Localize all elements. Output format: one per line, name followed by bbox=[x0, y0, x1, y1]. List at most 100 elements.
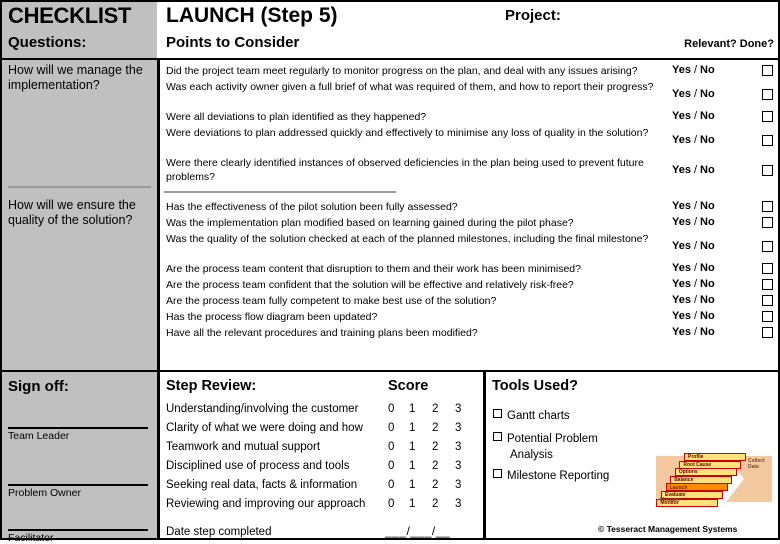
no-label[interactable]: No bbox=[700, 262, 715, 274]
done-checkbox[interactable] bbox=[762, 295, 773, 306]
no-label[interactable]: No bbox=[700, 216, 715, 228]
score-option[interactable]: 3 bbox=[455, 422, 461, 434]
tesseract-process-logo: Profile Root Cause Options Balance Launch Eva… bbox=[654, 448, 774, 510]
score-option[interactable]: 0 bbox=[388, 403, 394, 415]
yes-no-option[interactable]: Yes / No bbox=[672, 134, 715, 146]
done-checkbox[interactable] bbox=[762, 201, 773, 212]
done-checkbox[interactable] bbox=[762, 135, 773, 146]
no-label[interactable]: No bbox=[700, 310, 715, 322]
yes-label[interactable]: Yes bbox=[672, 310, 691, 322]
yes-label[interactable]: Yes bbox=[672, 326, 691, 338]
tool-checkbox-row[interactable]: Gantt charts bbox=[493, 409, 570, 422]
score-option[interactable]: 1 bbox=[409, 403, 415, 415]
done-checkbox[interactable] bbox=[762, 111, 773, 122]
step-review-title: Step Review: bbox=[166, 378, 257, 394]
no-label[interactable]: No bbox=[700, 64, 715, 76]
yes-no-option[interactable]: Yes / No bbox=[672, 240, 715, 252]
score-option[interactable]: 1 bbox=[409, 441, 415, 453]
score-option[interactable]: 3 bbox=[455, 441, 461, 453]
score-option[interactable]: 2 bbox=[432, 422, 438, 434]
yes-no-option[interactable]: Yes / No bbox=[672, 216, 715, 228]
score-option[interactable]: 3 bbox=[455, 460, 461, 472]
score-option[interactable]: 0 bbox=[388, 441, 394, 453]
score-option[interactable]: 2 bbox=[432, 441, 438, 453]
yes-label[interactable]: Yes bbox=[672, 110, 691, 122]
yes-no-option[interactable]: Yes / No bbox=[672, 88, 715, 100]
done-checkbox[interactable] bbox=[762, 65, 773, 76]
no-label[interactable]: No bbox=[700, 278, 715, 290]
date-completed-field[interactable]: ___/___/__ bbox=[385, 524, 450, 538]
process-step-label: Profile bbox=[688, 454, 704, 461]
yes-no-option[interactable]: Yes / No bbox=[672, 262, 715, 274]
tool-checkbox-row[interactable]: Milestone Reporting bbox=[493, 469, 609, 482]
point-text: Were all deviations to plan identified a… bbox=[166, 111, 427, 123]
score-option[interactable]: 0 bbox=[388, 422, 394, 434]
point-text: Did the project team meet regularly to m… bbox=[166, 65, 638, 77]
done-checkbox[interactable] bbox=[762, 327, 773, 338]
yes-label[interactable]: Yes bbox=[672, 294, 691, 306]
signoff-field[interactable]: Problem Owner bbox=[8, 484, 148, 499]
tool-checkbox[interactable] bbox=[493, 469, 502, 478]
point-text: Are the process team content that disrup… bbox=[166, 263, 581, 275]
done-checkbox[interactable] bbox=[762, 89, 773, 100]
signoff-field[interactable]: Facilitator bbox=[8, 529, 148, 544]
done-checkbox[interactable] bbox=[762, 279, 773, 290]
score-option[interactable]: 2 bbox=[432, 403, 438, 415]
score-option[interactable]: 3 bbox=[455, 403, 461, 415]
done-checkbox[interactable] bbox=[762, 263, 773, 274]
score-option[interactable]: 1 bbox=[409, 422, 415, 434]
score-option[interactable]: 0 bbox=[388, 498, 394, 510]
yes-no-option[interactable]: Yes / No bbox=[672, 200, 715, 212]
done-checkbox[interactable] bbox=[762, 217, 773, 228]
no-label[interactable]: No bbox=[700, 88, 715, 100]
no-label[interactable]: No bbox=[700, 326, 715, 338]
yes-label[interactable]: Yes bbox=[672, 262, 691, 274]
no-label[interactable]: No bbox=[700, 164, 715, 176]
done-checkbox[interactable] bbox=[762, 311, 773, 322]
score-option[interactable]: 3 bbox=[455, 498, 461, 510]
tool-checkbox[interactable] bbox=[493, 409, 502, 418]
score-option[interactable]: 1 bbox=[409, 498, 415, 510]
score-option[interactable]: 1 bbox=[409, 479, 415, 491]
no-label[interactable]: No bbox=[700, 200, 715, 212]
yes-no-option[interactable]: Yes / No bbox=[672, 294, 715, 306]
done-checkbox[interactable] bbox=[762, 165, 773, 176]
yes-no-option[interactable]: Yes / No bbox=[672, 326, 715, 338]
score-option[interactable]: 2 bbox=[432, 479, 438, 491]
score-option[interactable]: 1 bbox=[409, 460, 415, 472]
yes-no-option[interactable]: Yes / No bbox=[672, 110, 715, 122]
yes-no-option[interactable]: Yes / No bbox=[672, 64, 715, 76]
score-option[interactable]: 3 bbox=[455, 479, 461, 491]
score-option[interactable]: 2 bbox=[432, 460, 438, 472]
yes-label[interactable]: Yes bbox=[672, 134, 691, 146]
no-label[interactable]: No bbox=[700, 294, 715, 306]
tool-checkbox[interactable] bbox=[493, 432, 502, 441]
no-label[interactable]: No bbox=[700, 110, 715, 122]
yes-label[interactable]: Yes bbox=[672, 216, 691, 228]
yes-label[interactable]: Yes bbox=[672, 278, 691, 290]
yes-no-option[interactable]: Yes / No bbox=[672, 278, 715, 290]
yes-no-option[interactable]: Yes / No bbox=[672, 164, 715, 176]
signoff-field[interactable]: Team Leader bbox=[8, 427, 148, 442]
point-text: Was each activity owner given a full bri… bbox=[166, 81, 654, 93]
points-subtitle: Points to Consider bbox=[166, 34, 300, 51]
yes-label[interactable]: Yes bbox=[672, 64, 691, 76]
left-panel-separator bbox=[8, 186, 151, 188]
yes-label[interactable]: Yes bbox=[672, 88, 691, 100]
no-label[interactable]: No bbox=[700, 240, 715, 252]
yes-no-option[interactable]: Yes / No bbox=[672, 310, 715, 322]
no-label[interactable]: No bbox=[700, 134, 715, 146]
step-review-panel: Step Review: Score Understanding/involvi… bbox=[160, 372, 483, 538]
yes-label[interactable]: Yes bbox=[672, 164, 691, 176]
tool-label: Milestone Reporting bbox=[507, 470, 610, 482]
score-option[interactable]: 2 bbox=[432, 498, 438, 510]
tool-checkbox-row[interactable]: Potential Problem bbox=[493, 432, 598, 445]
checklist-sheet: CHECKLIST Questions: LAUNCH (Step 5) Poi… bbox=[0, 0, 780, 544]
yes-label[interactable]: Yes bbox=[672, 200, 691, 212]
score-option[interactable]: 0 bbox=[388, 460, 394, 472]
score-option[interactable]: 0 bbox=[388, 479, 394, 491]
done-checkbox[interactable] bbox=[762, 241, 773, 252]
tools-used-panel: Tools Used? Profile Root Cause Options Bala… bbox=[486, 372, 778, 538]
yes-label[interactable]: Yes bbox=[672, 240, 691, 252]
tool-label-continuation: Analysis bbox=[510, 449, 553, 461]
